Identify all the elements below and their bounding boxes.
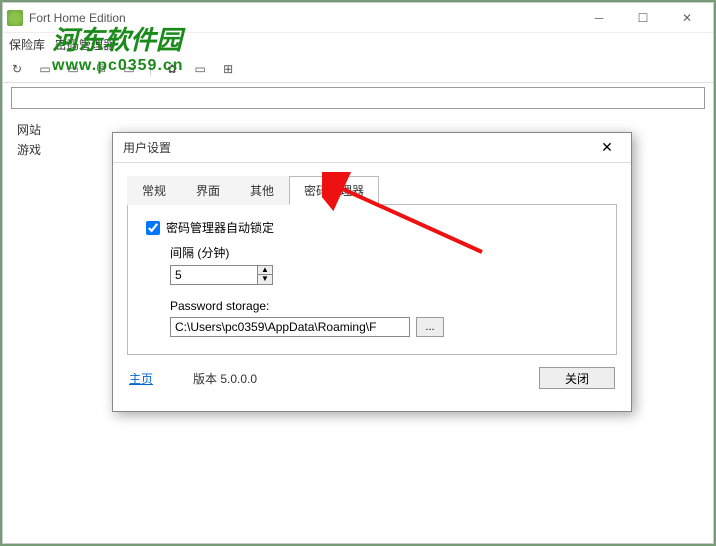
tab-general[interactable]: 常规 <box>127 176 181 205</box>
menu-password-manager[interactable]: 密码管理器 <box>55 36 115 53</box>
doc3-icon[interactable]: ▭ <box>121 61 137 77</box>
storage-row: ... <box>170 317 598 337</box>
dialog-titlebar: 用户设置 ✕ <box>113 133 631 163</box>
tree-icon[interactable]: ⊞ <box>220 61 236 77</box>
tab-content: 密码管理器自动锁定 间隔 (分钟) ▲ ▼ Password storage: … <box>127 205 617 355</box>
autolock-row: 密码管理器自动锁定 <box>146 219 598 236</box>
spinner-buttons: ▲ ▼ <box>258 265 273 285</box>
storage-path-input[interactable] <box>170 317 410 337</box>
browse-button[interactable]: ... <box>416 317 444 337</box>
copy-icon[interactable]: ⧉ <box>93 61 109 77</box>
close-button[interactable]: ✕ <box>665 4 709 32</box>
dialog-title: 用户设置 <box>123 139 593 156</box>
dialog-tabs: 常规 界面 其他 密码管理器 <box>127 175 617 205</box>
tab-interface[interactable]: 界面 <box>181 176 235 205</box>
spinner-down-icon[interactable]: ▼ <box>258 275 272 284</box>
minimize-button[interactable]: ─ <box>577 4 621 32</box>
settings-dialog: 用户设置 ✕ 常规 界面 其他 密码管理器 密码管理器自动锁定 间隔 (分钟) … <box>112 132 632 412</box>
window-title: Fort Home Edition <box>29 11 577 25</box>
interval-spinner: ▲ ▼ <box>170 265 598 285</box>
toolbar: ↻ ▭ ▭ ⧉ ▭ | ✿ ▭ ⊞ <box>3 55 713 83</box>
doc1-icon[interactable]: ▭ <box>37 61 53 77</box>
titlebar: Fort Home Edition ─ ☐ ✕ <box>3 3 713 33</box>
interval-label: 间隔 (分钟) <box>170 244 598 261</box>
storage-label: Password storage: <box>170 299 598 313</box>
search-box <box>11 87 705 109</box>
toolbar-separator: | <box>149 62 152 76</box>
window-controls: ─ ☐ ✕ <box>577 4 709 32</box>
app-icon <box>7 10 23 26</box>
dialog-close-main-button[interactable]: 关闭 <box>539 367 615 389</box>
page-icon[interactable]: ▭ <box>192 61 208 77</box>
menubar: 保险库 密码管理器 <box>3 33 713 55</box>
doc2-icon[interactable]: ▭ <box>65 61 81 77</box>
menu-vault[interactable]: 保险库 <box>9 36 45 53</box>
settings-icon[interactable]: ✿ <box>164 61 180 77</box>
tab-other[interactable]: 其他 <box>235 176 289 205</box>
interval-input[interactable] <box>170 265 258 285</box>
refresh-icon[interactable]: ↻ <box>9 61 25 77</box>
version-label: 版本 5.0.0.0 <box>193 370 539 387</box>
autolock-label: 密码管理器自动锁定 <box>166 219 274 236</box>
dialog-footer: 主页 版本 5.0.0.0 关闭 <box>129 367 615 389</box>
maximize-button[interactable]: ☐ <box>621 4 665 32</box>
search-input[interactable] <box>12 88 704 108</box>
dialog-close-button[interactable]: ✕ <box>593 135 621 161</box>
tab-password-manager[interactable]: 密码管理器 <box>289 176 379 205</box>
home-link[interactable]: 主页 <box>129 370 153 387</box>
autolock-checkbox[interactable] <box>146 221 160 235</box>
